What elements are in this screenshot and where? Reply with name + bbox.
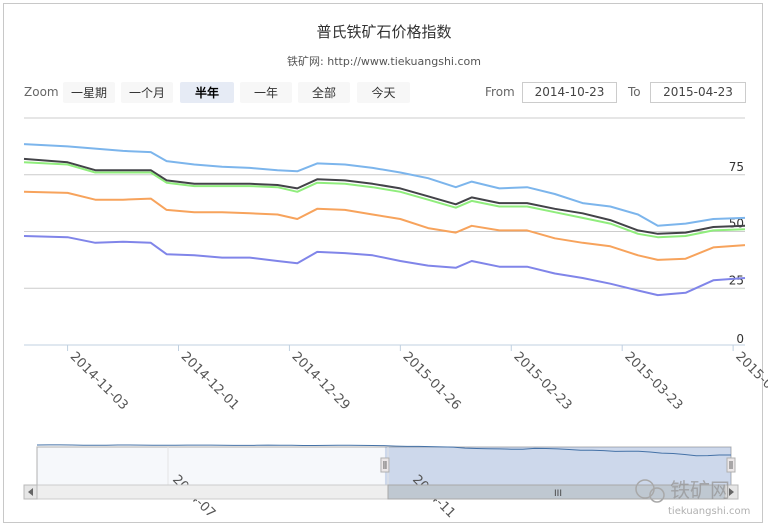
y-tick-label: 75 <box>729 160 744 174</box>
x-axis: 2014-11-03 2014-12-01 2014-12-29 2015-01-26… <box>67 345 768 413</box>
navigator-handle[interactable] <box>726 457 736 473</box>
scrollbar-grip: III <box>554 489 562 499</box>
navigator-handle[interactable] <box>380 457 390 473</box>
handle-body <box>380 457 390 473</box>
x-tick-label: 2015-03-23 <box>621 349 685 413</box>
y-tick-label: 25 <box>729 273 744 287</box>
x-tick-label: 2014-11-03 <box>67 349 131 413</box>
watermark-url: tiekuangshi.com <box>668 506 750 517</box>
watermark-text: 铁矿网 <box>670 478 730 502</box>
chart-svg: 0255075 2014-11-03 2014-12-01 2014-12-29 20… <box>23 117 768 521</box>
x-tick-label: 2014-12-29 <box>289 349 353 413</box>
y-tick-label: 0 <box>736 332 744 346</box>
series-line <box>23 190 746 261</box>
series-line <box>23 235 746 297</box>
navigator[interactable]: 2014-072014-11III <box>23 444 739 521</box>
x-tick-label: 2015-02-23 <box>510 349 574 413</box>
x-tick-label: 2015-04-20 <box>732 349 768 413</box>
y-axis-ticks: 0255075 <box>729 160 744 346</box>
x-tick-label: 2015-01-26 <box>400 349 464 413</box>
scrollbar[interactable]: III <box>23 484 739 500</box>
series-lines <box>23 143 746 297</box>
x-tick-label: 2014-12-01 <box>178 349 242 413</box>
handle-body <box>726 457 736 473</box>
